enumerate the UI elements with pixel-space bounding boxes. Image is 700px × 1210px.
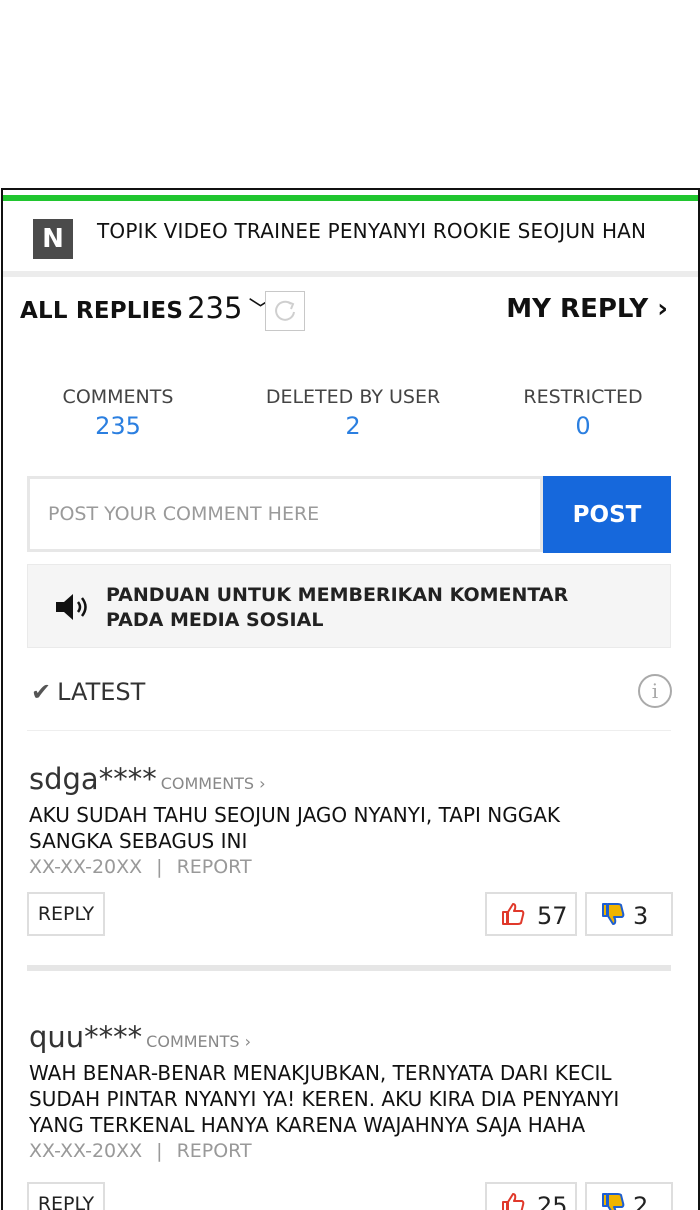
topic-title: TOPIK VIDEO TRAINEE PENYANYI ROOKIE SEOJ… <box>97 219 647 243</box>
user-comments-link[interactable]: COMMENTS › <box>146 1032 251 1051</box>
comment-meta: XX-XX-20XX | REPORT <box>29 856 673 878</box>
stat-deleted: DELETED BY USER 2 <box>253 386 453 440</box>
comment-text: AKU SUDAH TAHU SEOJUN JAGO NYANYI, TAPI … <box>29 802 673 854</box>
thumbs-down-icon <box>602 1193 625 1210</box>
user-comments-link[interactable]: COMMENTS › <box>161 774 266 793</box>
stat-label: DELETED BY USER <box>265 386 441 408</box>
dislike-button[interactable]: 2 <box>585 1182 673 1210</box>
thumbs-up-icon <box>502 903 525 925</box>
meta-separator: | <box>156 856 163 878</box>
stat-label: RESTRICTED <box>523 386 643 408</box>
comment-date: XX-XX-20XX <box>29 856 143 878</box>
all-replies-dropdown[interactable]: ALL REPLIES 235 ﹀ <box>20 290 272 325</box>
comment-text-line: AKU SUDAH TAHU SEOJUN JAGO NYANYI, TAPI … <box>29 803 561 827</box>
comment-header: sdga**** COMMENTS › <box>29 762 673 796</box>
dislike-count: 3 <box>633 902 649 930</box>
my-reply-link[interactable]: MY REPLY › <box>506 294 668 324</box>
like-count: 57 <box>537 902 568 930</box>
thumbs-up-icon <box>502 1193 525 1210</box>
meta-separator: | <box>156 1140 163 1162</box>
header-separator <box>3 271 698 277</box>
post-button[interactable]: POST <box>543 476 671 553</box>
speaker-icon <box>56 594 87 620</box>
comment-text: WAH BENAR-BENAR MENAKJUBKAN, TERNYATA DA… <box>29 1060 673 1138</box>
guidelines-line-2: PADA MEDIA SOSIAL <box>106 609 324 631</box>
reply-button[interactable]: REPLY <box>27 892 105 936</box>
comment-date: XX-XX-20XX <box>29 1140 143 1162</box>
divider <box>27 730 671 731</box>
comment-guidelines-banner[interactable]: PANDUAN UNTUK MEMBERIKAN KOMENTAR PADA M… <box>27 564 671 648</box>
report-link[interactable]: REPORT <box>177 856 252 878</box>
stat-value[interactable]: 235 <box>43 412 193 440</box>
comment-text-line: YANG TERKENAL HANYA KARENA WAJAHNYA SAJA… <box>29 1113 586 1137</box>
dislike-count: 2 <box>633 1192 649 1210</box>
sort-label: LATEST <box>57 678 146 706</box>
post-comment-form: POST <box>27 476 671 554</box>
stat-comments: COMMENTS 235 <box>43 386 193 440</box>
like-count: 25 <box>537 1192 568 1210</box>
reply-button[interactable]: REPLY <box>27 1182 105 1210</box>
comment-item: sdga**** COMMENTS › AKU SUDAH TAHU SEOJUN… <box>29 762 673 878</box>
comment-header: quu**** COMMENTS › <box>29 1020 673 1054</box>
info-icon[interactable]: i <box>638 674 672 708</box>
comments-panel: N TOPIK VIDEO TRAINEE PENYANYI ROOKIE SE… <box>1 188 700 1210</box>
like-button[interactable]: 25 <box>485 1182 577 1210</box>
all-replies-count: 235 <box>187 291 243 325</box>
like-button[interactable]: 57 <box>485 892 577 936</box>
comment-username[interactable]: sdga**** <box>29 762 157 796</box>
refresh-button[interactable] <box>265 291 305 331</box>
topic-header: N TOPIK VIDEO TRAINEE PENYANYI ROOKIE SE… <box>3 201 698 271</box>
checkmark-icon: ✔ <box>31 678 52 706</box>
guidelines-text: PANDUAN UNTUK MEMBERIKAN KOMENTAR PADA M… <box>106 583 568 633</box>
comment-username[interactable]: quu**** <box>29 1020 142 1054</box>
comment-input[interactable] <box>27 476 543 552</box>
stat-label: COMMENTS <box>62 386 174 408</box>
refresh-icon <box>275 300 295 321</box>
stat-value[interactable]: 0 <box>503 412 663 440</box>
naver-logo-icon: N <box>33 219 73 259</box>
sort-latest[interactable]: ✔ LATEST <box>31 678 145 706</box>
comment-item: quu**** COMMENTS › WAH BENAR-BENAR MENAKJ… <box>29 1020 673 1162</box>
thumbs-down-icon <box>602 903 625 925</box>
comment-text-line: SUDAH PINTAR NYANYI YA! KEREN. AKU KIRA … <box>29 1087 620 1111</box>
stat-value[interactable]: 2 <box>253 412 453 440</box>
guidelines-line-1: PANDUAN UNTUK MEMBERIKAN KOMENTAR <box>106 584 569 606</box>
comment-meta: XX-XX-20XX | REPORT <box>29 1140 673 1162</box>
stat-restricted: RESTRICTED 0 <box>503 386 663 440</box>
dislike-button[interactable]: 3 <box>585 892 673 936</box>
all-replies-label: ALL REPLIES <box>20 298 184 324</box>
comment-text-line: WAH BENAR-BENAR MENAKJUBKAN, TERNYATA DA… <box>29 1061 612 1085</box>
report-link[interactable]: REPORT <box>177 1140 252 1162</box>
comment-divider <box>27 965 671 971</box>
comment-text-line: SANGKA SEBAGUS INI <box>29 829 248 853</box>
